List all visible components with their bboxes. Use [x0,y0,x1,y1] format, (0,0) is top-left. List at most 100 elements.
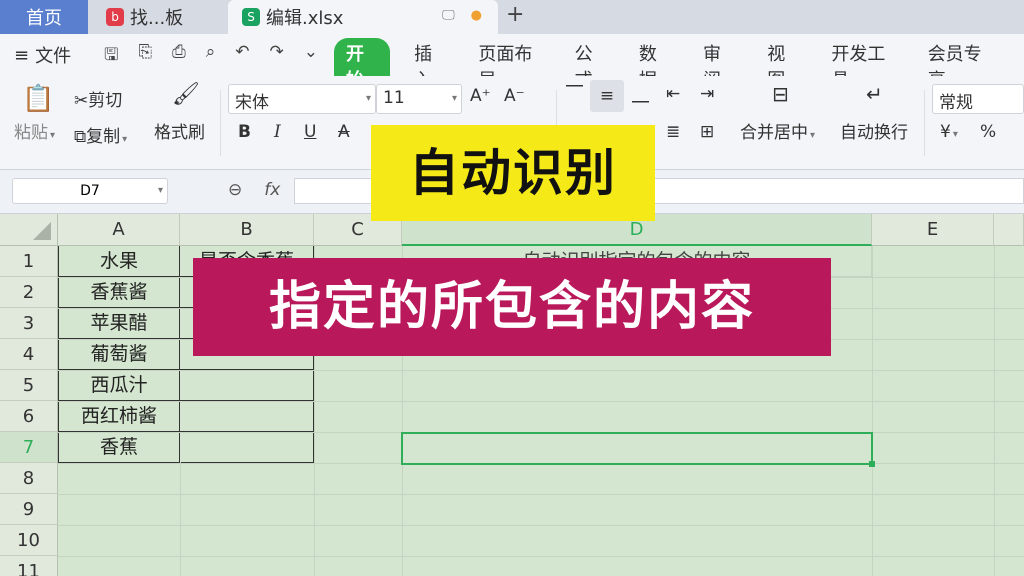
tab-home[interactable]: 首页 [0,0,88,34]
strikethrough-icon[interactable]: A [338,122,350,142]
gridline [58,494,1024,495]
gridline [994,246,995,576]
gridline [58,401,1024,402]
preview-icon[interactable]: ⌕ [206,42,216,71]
wrap-icon[interactable]: ↵ [866,82,883,106]
font-select[interactable]: 宋体 ▾ [228,84,376,114]
font-grow-icon[interactable]: A⁺ [470,86,491,106]
cell-a3[interactable]: 苹果醋 [58,308,180,339]
add-tab-icon[interactable]: + [506,2,524,27]
zoom-icon[interactable]: ⊖ [228,180,242,200]
currency-label: ¥ [940,122,951,142]
gridline [58,525,1024,526]
row-header[interactable]: 9 [0,494,58,525]
paste-icon[interactable]: 📋 [22,84,54,114]
format-painter-label: 格式刷 [154,123,205,143]
row-header[interactable]: 1 [0,246,58,277]
indent-decrease-icon[interactable]: ⇤ [666,84,680,104]
format-painter-button[interactable]: 格式刷 [154,118,205,143]
number-format-select[interactable]: 常规 [932,84,1024,114]
tab-edit[interactable]: S 编辑.xlsx 🖵 ● [228,0,498,34]
column-header-e[interactable]: E [872,214,994,246]
gridline [58,556,1024,557]
row-header[interactable]: 6 [0,401,58,432]
row-header[interactable]: 4 [0,339,58,370]
align-bottom-icon[interactable]: ⎽ [632,84,649,104]
sheet-icon: S [242,8,260,26]
italic-button[interactable]: I [274,122,281,142]
tab-find[interactable]: b 找...板 [92,0,224,34]
row-header[interactable]: 10 [0,525,58,556]
row-header[interactable]: 2 [0,277,58,308]
font-size-select[interactable]: 11 ▾ [376,84,462,114]
underline-button[interactable]: U [304,122,316,142]
paste-label: 粘贴 [14,123,48,143]
font-size-value: 11 [383,88,405,108]
paste-button[interactable]: 粘贴 ▾ [14,118,55,143]
cell-a2[interactable]: 香蕉酱 [58,277,180,308]
fx-icon[interactable]: fx [264,180,280,200]
number-format-value: 常规 [939,93,973,113]
spreadsheet-app: 首页 b 找...板 S 编辑.xlsx 🖵 ● + ≡ 文件 🖫 ⎘ ⎙ ⌕ ↶… [0,0,1024,576]
justify-icon[interactable]: ≣ [666,122,680,142]
redo-icon[interactable]: ↷ [269,42,283,71]
column-header-b[interactable]: B [180,214,314,246]
font-shrink-icon[interactable]: A⁻ [504,86,525,106]
copy-button[interactable]: ⧉复制 ▾ [74,122,127,147]
indent-increase-icon[interactable]: ⇥ [700,84,714,104]
tab-bar: 首页 b 找...板 S 编辑.xlsx 🖵 ● + [0,0,1024,34]
row-header[interactable]: 3 [0,308,58,339]
cell-a6[interactable]: 西红柿酱 [58,401,180,432]
merge-icon[interactable]: ⊟ [772,82,789,106]
wrap-text-button[interactable]: 自动换行 [840,118,908,143]
scissors-icon: ✂ [74,91,89,111]
gridline [58,370,1024,371]
row-header[interactable]: 5 [0,370,58,401]
copy-label: 复制 [86,127,121,147]
menu-bar: ≡ 文件 🖫 ⎘ ⎙ ⌕ ↶ ↷ ⌄ 开始 插入 页面布局 公式 数据 审阅 视… [0,34,1024,94]
cell-a4[interactable]: 葡萄酱 [58,339,180,370]
merge-center-button[interactable]: 合并居中 ▾ [740,118,815,143]
align-top-icon[interactable]: ⎺ [566,84,583,104]
divider [220,90,221,156]
undo-icon[interactable]: ↶ [235,42,249,71]
gridline [872,246,873,576]
save-icon[interactable]: 🖫 [104,42,118,71]
export-icon[interactable]: ⎘ [138,42,152,71]
row-header[interactable]: 8 [0,463,58,494]
monitor-icon[interactable]: 🖵 [442,8,455,23]
name-box-value: D7 [80,183,100,199]
cell-d7-selection[interactable] [401,432,875,467]
quick-access: 🖫 ⎘ ⎙ ⌕ ↶ ↷ ⌄ [104,42,318,71]
merge-label: 合并居中 [740,123,808,143]
format-painter-icon[interactable]: 🖌 [172,82,200,107]
cut-label: 剪切 [88,91,123,111]
tab-extra: 🖵 ● [442,8,482,23]
cell-a7[interactable]: 香蕉 [58,432,180,463]
tab-edit-label: 编辑.xlsx [266,8,344,29]
formula-icons: ⊖ fx [228,180,280,200]
column-header-f[interactable] [994,214,1024,246]
distribute-icon[interactable]: ⊞ [700,122,714,142]
cell-b7[interactable] [180,432,314,463]
tab-find-label: 找...板 [130,8,184,29]
row-header[interactable]: 7 [0,432,58,463]
percent-button[interactable]: % [980,122,996,142]
caption-red: 指定的所包含的内容 [193,258,831,356]
cell-a1[interactable]: 水果 [58,246,180,277]
cell-a5[interactable]: 西瓜汁 [58,370,180,401]
row-header[interactable]: 11 [0,556,58,576]
name-box[interactable]: D7 ▾ [12,178,168,204]
cell-b5[interactable] [180,370,314,401]
print-icon[interactable]: ⎙ [172,42,186,71]
cut-button[interactable]: ✂剪切 [74,86,122,111]
file-menu[interactable]: ≡ 文件 [14,42,71,68]
unsaved-dot-icon: ● [470,8,482,23]
column-header-a[interactable]: A [58,214,180,246]
currency-button[interactable]: ¥ ▾ [940,122,958,142]
cell-b6[interactable] [180,401,314,432]
bold-button[interactable]: B [238,122,251,142]
align-middle-icon[interactable]: ≡ [590,80,624,112]
dropdown-icon[interactable]: ⌄ [304,42,318,71]
select-all-corner[interactable] [0,214,58,246]
